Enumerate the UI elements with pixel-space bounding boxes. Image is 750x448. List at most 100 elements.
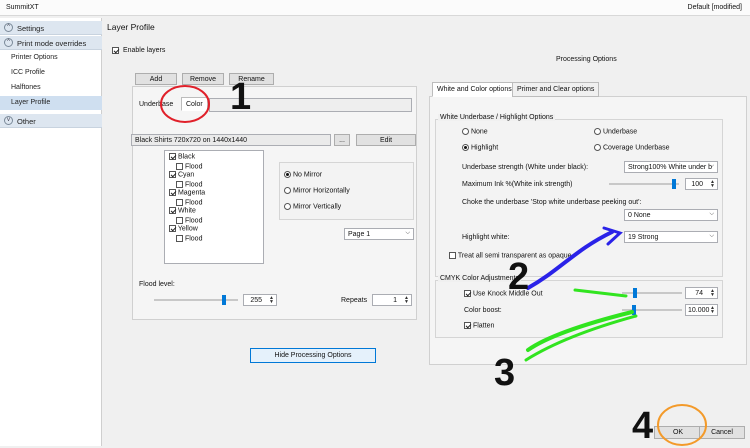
slider-thumb[interactable] (633, 288, 637, 298)
channel-cyan-flood[interactable]: Flood (176, 181, 202, 188)
tab-color[interactable]: Color (181, 97, 208, 111)
page-select-value: Page 1 (348, 231, 371, 238)
channel-magenta-flood[interactable]: Flood (176, 199, 202, 206)
tab-primer-clear-options[interactable]: Primer and Clear options (512, 82, 600, 97)
spin-arrows-icon[interactable]: ▲ ▼ (710, 306, 715, 315)
channel-checkbox[interactable] (169, 153, 176, 160)
flood-label: Flood (184, 181, 203, 189)
mirror-vertical-option[interactable]: Mirror Vertically (284, 203, 341, 210)
enable-layers-checkbox[interactable] (112, 47, 119, 54)
sidebar-item-icc-profile[interactable]: ICC Profile (0, 66, 102, 80)
channel-label: Yellow (177, 225, 198, 233)
spin-arrows-icon[interactable]: ▲ ▼ (404, 296, 409, 305)
knockout-row[interactable]: Use Knock Middle Out (464, 290, 543, 297)
spin-arrows-icon[interactable]: ▲ ▼ (710, 289, 715, 298)
channel-cyan[interactable]: Cyan (169, 171, 194, 178)
channel-list[interactable]: Black Flood Cyan Flood Magenta Flood Whi… (164, 150, 264, 264)
knockout-spin[interactable]: 74 ▲ ▼ (685, 287, 718, 299)
flatten-row[interactable]: Flatten (464, 322, 494, 329)
tab-underbase[interactable]: Underbase (139, 101, 173, 108)
spin-arrows-icon[interactable]: ▲ ▼ (269, 296, 274, 305)
flatten-checkbox[interactable] (464, 322, 471, 329)
radio-underbase-option[interactable]: Underbase (594, 128, 637, 135)
slider-thumb[interactable] (672, 179, 676, 189)
slider-thumb[interactable] (222, 295, 226, 305)
channel-checkbox[interactable] (169, 207, 176, 214)
color-boost-spin[interactable]: 10.000 ▲ ▼ (685, 304, 718, 316)
mirror-horizontal-option[interactable]: Mirror Horizontally (284, 187, 350, 194)
channel-checkbox[interactable] (169, 189, 176, 196)
max-ink-spin[interactable]: 100 ▲ ▼ (685, 178, 718, 190)
radio-button[interactable] (594, 144, 601, 151)
channel-checkbox[interactable] (169, 225, 176, 232)
channel-yellow[interactable]: Yellow (169, 225, 198, 232)
sidebar-item-halftones[interactable]: Halftones (0, 81, 102, 95)
flood-checkbox[interactable] (176, 235, 183, 242)
flood-level-spin[interactable]: 255 ▲ ▼ (243, 294, 277, 306)
chevron-down-icon: v (4, 116, 13, 125)
channel-black-flood[interactable]: Flood (176, 163, 202, 170)
knockout-slider[interactable] (622, 288, 682, 298)
knockout-checkbox[interactable] (464, 290, 471, 297)
cancel-button[interactable]: Cancel (699, 426, 745, 439)
flood-checkbox[interactable] (176, 181, 183, 188)
flood-label: Flood (184, 199, 203, 207)
radio-coverage-underbase-option[interactable]: Coverage Underbase (594, 144, 670, 151)
flood-label: Flood (184, 217, 203, 225)
flood-checkbox[interactable] (176, 199, 183, 206)
sidebar-section-settings[interactable]: ^ Settings (0, 21, 102, 35)
radio-button[interactable] (594, 128, 601, 135)
hide-processing-options-button[interactable]: Hide Processing Options (250, 348, 376, 363)
remove-layer-button[interactable]: Remove (182, 73, 224, 85)
enable-layers-row[interactable]: Enable layers (112, 47, 165, 54)
radio-label: Underbase (602, 128, 638, 136)
channel-white[interactable]: White (169, 207, 196, 214)
page-title: Layer Profile (107, 22, 155, 32)
channel-white-flood[interactable]: Flood (176, 217, 202, 224)
ok-button[interactable]: OK (654, 426, 702, 439)
chevron-down-icon: ⌵ (709, 233, 714, 239)
choke-select[interactable]: 0 None ⌵ (624, 209, 718, 221)
channel-checkbox[interactable] (169, 171, 176, 178)
color-boost-slider[interactable] (622, 305, 682, 315)
channel-label: Black (177, 153, 196, 161)
chevron-down-icon: ⌵ (709, 163, 714, 169)
flood-label: Flood (184, 235, 203, 243)
flood-checkbox[interactable] (176, 217, 183, 224)
radio-none-option[interactable]: None (462, 128, 488, 135)
app-name: SummitXT (6, 4, 39, 11)
channel-magenta[interactable]: Magenta (169, 189, 205, 196)
repeats-spin[interactable]: 1 ▲ ▼ (372, 294, 412, 306)
flood-checkbox[interactable] (176, 163, 183, 170)
underbase-strength-select[interactable]: Strong100% White under b ⌵ (624, 161, 718, 173)
channel-yellow-flood[interactable]: Flood (176, 235, 202, 242)
treat-transparent-checkbox[interactable] (449, 252, 456, 259)
page-select[interactable]: Page 1 ⌵ (344, 228, 414, 240)
sidebar-item-printer-options[interactable]: Printer Options (0, 51, 102, 65)
highlight-white-select[interactable]: 19 Strong ⌵ (624, 231, 718, 243)
radio-button[interactable] (284, 203, 291, 210)
chevron-up-icon: ^ (4, 23, 13, 32)
source-file-field[interactable]: Black Shirts 720x720 on 1440x1440 (131, 134, 331, 146)
slider-thumb[interactable] (632, 305, 636, 315)
browse-button[interactable]: ... (334, 134, 350, 146)
flood-level-slider[interactable] (154, 295, 238, 305)
mirror-none-option[interactable]: No Mirror (284, 171, 322, 178)
sidebar-section-print-mode-overrides[interactable]: ^ Print mode overrides (0, 36, 102, 50)
max-ink-slider[interactable] (609, 179, 679, 189)
edit-button[interactable]: Edit (356, 134, 416, 146)
radio-button[interactable] (284, 187, 291, 194)
radio-button[interactable] (462, 144, 469, 151)
spin-arrows-icon[interactable]: ▲ ▼ (710, 180, 715, 189)
radio-button[interactable] (462, 128, 469, 135)
channel-black[interactable]: Black (169, 153, 195, 160)
tab-white-color-options[interactable]: White and Color options (432, 82, 517, 97)
color-boost-value: 10.000 (688, 307, 710, 314)
radio-button[interactable] (284, 171, 291, 178)
sidebar-section-label: Print mode overrides (17, 39, 87, 48)
sidebar-section-other[interactable]: v Other (0, 114, 102, 128)
sidebar-section-label: Settings (17, 24, 45, 33)
sidebar-item-layer-profile[interactable]: Layer Profile (0, 96, 102, 110)
add-layer-button[interactable]: Add (135, 73, 177, 85)
radio-highlight-option[interactable]: Highlight (462, 144, 498, 151)
